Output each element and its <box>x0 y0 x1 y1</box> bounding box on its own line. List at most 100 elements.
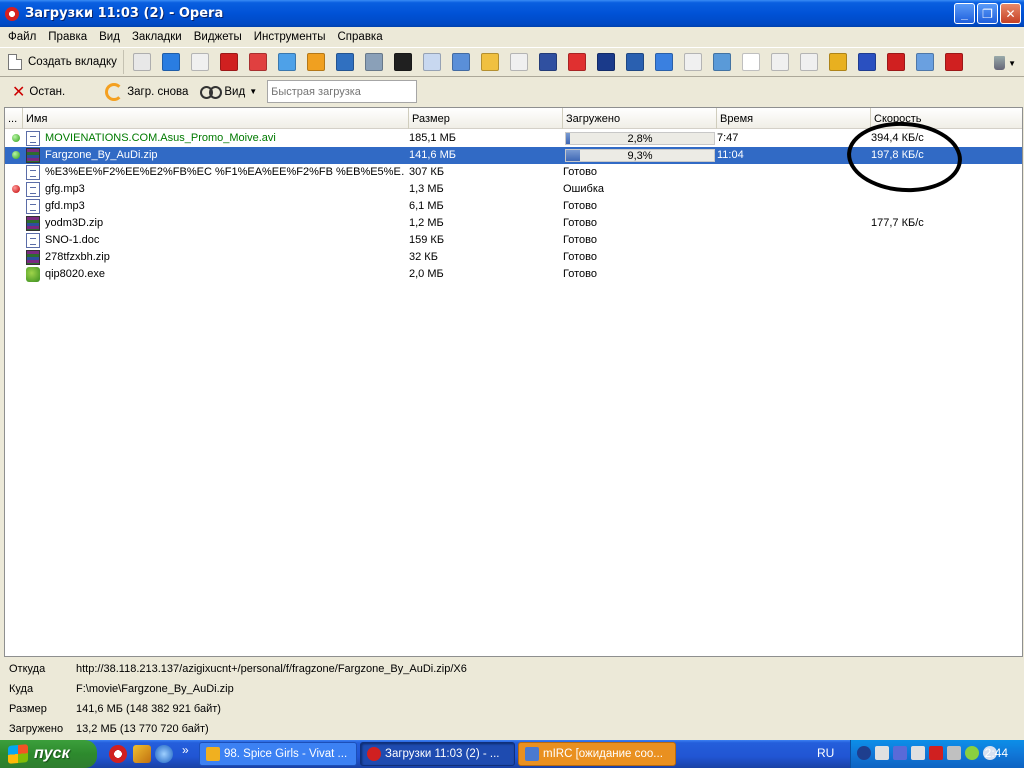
trash-button[interactable]: ▼ <box>994 53 1016 73</box>
panel-button-torch-icon[interactable] <box>302 49 330 75</box>
table-row[interactable]: %E3%EE%F2%EE%E2%FB%EC %F1%EA%EE%F2%FB %E… <box>5 164 1022 181</box>
panel-button-cursor-icon[interactable] <box>650 49 678 75</box>
menu-help[interactable]: Справка <box>332 31 389 43</box>
zip-file-icon <box>26 250 40 265</box>
close-button[interactable]: ✕ <box>1000 3 1021 24</box>
new-tab-button[interactable]: Создать вкладку <box>4 50 124 74</box>
download-speed <box>871 232 1021 249</box>
windows-flag-icon <box>8 744 28 764</box>
page-icon <box>132 53 151 71</box>
download-speed: 177,7 КБ/с <box>871 217 924 229</box>
ie-quicklaunch-icon[interactable] <box>155 745 173 763</box>
panel-button-page-icon[interactable] <box>505 49 533 75</box>
column-speed[interactable]: Скорость <box>871 108 1023 129</box>
panel-button-capsule-icon[interactable] <box>621 49 649 75</box>
panel-button-x-icon[interactable] <box>244 49 272 75</box>
panel-button-opera-icon[interactable] <box>882 49 910 75</box>
status-green-icon <box>12 134 20 142</box>
panel-button-page-icon[interactable] <box>679 49 707 75</box>
puzzle-icon <box>567 53 586 71</box>
status-red-icon <box>12 185 20 193</box>
panel-button-u-icon[interactable] <box>534 49 562 75</box>
stop-button[interactable]: ✕ Остан. <box>12 82 65 102</box>
menu-file[interactable]: Файл <box>2 31 42 43</box>
panel-button-google-icon[interactable] <box>157 49 185 75</box>
table-row[interactable]: gfg.mp3 1,3 МБ Ошибка <box>5 181 1022 198</box>
table-row[interactable]: 278tfzxbh.zip 32 КБ Готово <box>5 249 1022 266</box>
table-row[interactable]: MOVIENATIONS.COM.Asus_Promo_Moive.avi 185… <box>5 130 1022 147</box>
panel-button-wave-icon[interactable] <box>708 49 736 75</box>
panel-button-flickr-icon[interactable] <box>766 49 794 75</box>
page-icon[interactable] <box>911 746 925 760</box>
menu-edit[interactable]: Правка <box>42 31 93 43</box>
table-row[interactable]: gfd.mp3 6,1 МБ Готово <box>5 198 1022 215</box>
panel-button-youtube-icon[interactable] <box>940 49 968 75</box>
panel-button-satellite-icon[interactable] <box>360 49 388 75</box>
wave-icon <box>712 53 731 71</box>
language-indicator[interactable]: RU <box>817 746 834 760</box>
time-remaining: 11:04 <box>717 149 744 161</box>
quicklaunch-more-icon[interactable]: » <box>182 743 189 757</box>
kaspersky-icon[interactable] <box>929 746 943 760</box>
capsule-icon <box>625 53 644 71</box>
table-row[interactable]: SNO-1.doc 159 КБ Готово <box>5 232 1022 249</box>
panel-button-page-icon[interactable] <box>128 49 156 75</box>
winamp-icon <box>206 747 220 761</box>
opera-quicklaunch-icon[interactable] <box>109 745 127 763</box>
table-row[interactable]: yodm3D.zip 1,2 МБ Готово 177,7 КБ/с <box>5 215 1022 232</box>
panel-button-target-icon[interactable] <box>911 49 939 75</box>
stop-icon: ✕ <box>12 83 26 101</box>
file-name: 278tfzxbh.zip <box>45 251 110 263</box>
panel-button-puzzle-icon[interactable] <box>563 49 591 75</box>
winamp-quicklaunch-icon[interactable] <box>133 745 151 763</box>
panel-button-z-icon[interactable] <box>273 49 301 75</box>
panel-button-page-icon[interactable] <box>186 49 214 75</box>
list-header: ... Имя Размер Загружено Время Скорость <box>5 108 1022 129</box>
panel-button-linkedin-icon[interactable] <box>737 49 765 75</box>
maximize-button[interactable]: ❐ <box>977 3 998 24</box>
column-size[interactable]: Размер <box>409 108 563 129</box>
arch-icon <box>219 53 238 71</box>
table-row[interactable]: qip8020.exe 2,0 МБ Готово <box>5 266 1022 283</box>
menu-tools[interactable]: Инструменты <box>248 31 332 43</box>
satellite-icon <box>364 53 383 71</box>
panel-button-blank-icon[interactable] <box>418 49 446 75</box>
steam-icon[interactable] <box>875 746 889 760</box>
column-name[interactable]: Имя <box>23 108 409 129</box>
menu-widgets[interactable]: Виджеты <box>188 31 248 43</box>
file-file-icon <box>26 131 40 146</box>
column-loaded[interactable]: Загружено <box>563 108 717 129</box>
view-button[interactable]: Вид ▼ <box>200 85 258 99</box>
reload-button[interactable]: Загр. снова <box>105 82 188 101</box>
menu-view[interactable]: Вид <box>93 31 126 43</box>
network-icon[interactable] <box>947 746 961 760</box>
taskbar-item-winamp[interactable]: 98. Spice Girls - Vivat ... <box>199 742 357 766</box>
start-button[interactable]: пуск <box>0 740 97 768</box>
panel-button-page-icon[interactable] <box>795 49 823 75</box>
view-label: Вид <box>224 85 246 98</box>
chevron-left-icon[interactable] <box>857 746 871 760</box>
panel-button-pencil-icon[interactable] <box>824 49 852 75</box>
panel-button-bars-icon[interactable] <box>853 49 881 75</box>
panel-button-chart-line-icon[interactable] <box>592 49 620 75</box>
menu-bookmarks[interactable]: Закладки <box>126 31 188 43</box>
taskbar-item-opera[interactable]: Загрузки 11:03 (2) - ... <box>360 742 515 766</box>
download-status: Готово <box>563 217 597 229</box>
taskbar-item-mirc[interactable]: mIRC [ожидание соо... <box>518 742 676 766</box>
panel-button-people-icon[interactable] <box>476 49 504 75</box>
panel-button-network-icon[interactable] <box>447 49 475 75</box>
column-marker[interactable]: ... <box>5 108 23 129</box>
file-name: yodm3D.zip <box>45 217 104 229</box>
minimize-button[interactable]: _ <box>954 3 975 24</box>
panel-button-c58-icon[interactable] <box>389 49 417 75</box>
table-row[interactable]: Fargzone_By_AuDi.zip 141,6 МБ 9,3% 11:04 197… <box>5 147 1022 164</box>
p-icon[interactable] <box>893 746 907 760</box>
panel-button-arch-icon[interactable] <box>215 49 243 75</box>
column-time[interactable]: Время <box>717 108 871 129</box>
quick-load-input[interactable] <box>267 80 418 103</box>
chevron-down-icon: ▼ <box>249 87 258 96</box>
panel-button-link-icon[interactable] <box>331 49 359 75</box>
detail-row: Загружено 13,2 МБ (13 770 720 байт) <box>9 720 209 738</box>
icq-icon[interactable] <box>965 746 979 760</box>
status-green-icon <box>12 151 20 159</box>
